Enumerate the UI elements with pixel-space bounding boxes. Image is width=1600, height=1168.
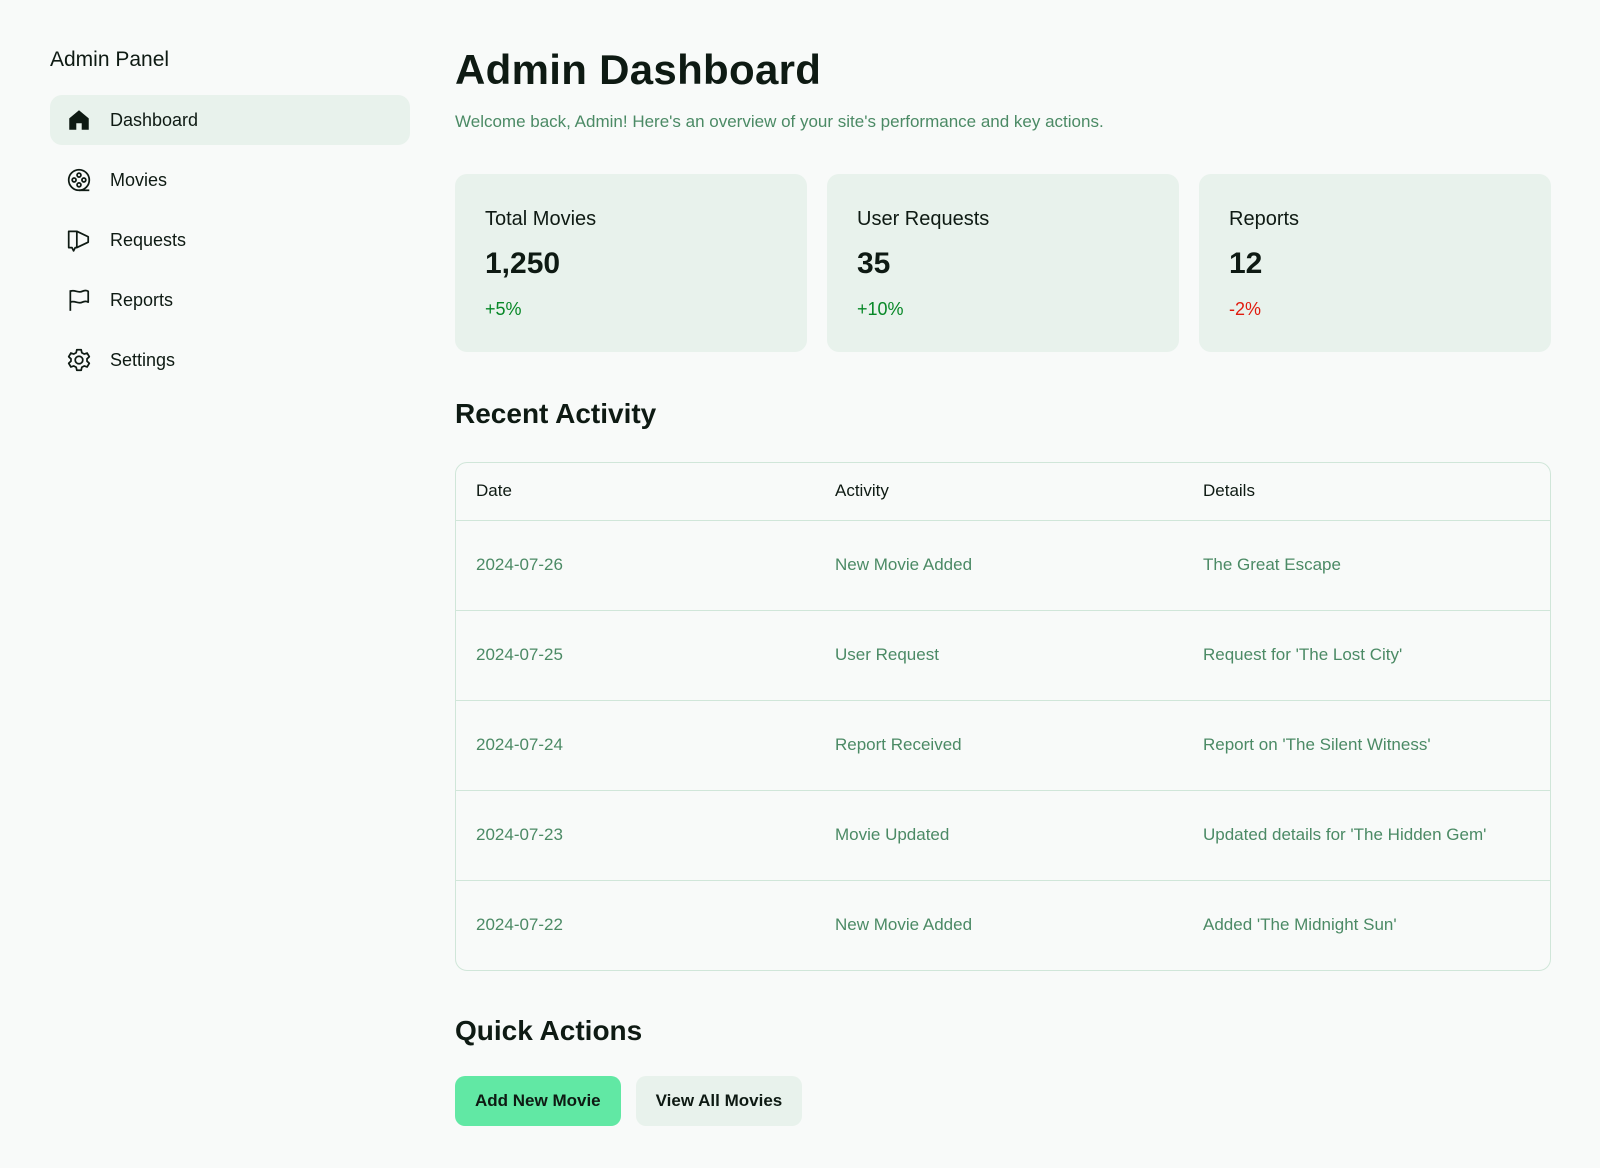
- app: Admin Panel Dashboard Movies Requests Re…: [0, 0, 1600, 1168]
- cell-activity: New Movie Added: [815, 879, 1183, 970]
- stats-row: Total Movies 1,250 +5% User Requests 35 …: [455, 174, 1551, 352]
- sidebar-item-requests[interactable]: Requests: [50, 215, 410, 265]
- stat-change: +5%: [485, 299, 522, 319]
- table-row: 2024-07-25 User Request Request for 'The…: [456, 609, 1550, 700]
- stat-card-user-requests: User Requests 35 +10%: [827, 174, 1179, 352]
- cell-date: 2024-07-23: [456, 789, 815, 880]
- cell-activity: Report Received: [815, 699, 1183, 790]
- table-row: 2024-07-26 New Movie Added The Great Esc…: [456, 519, 1550, 610]
- add-new-movie-button[interactable]: Add New Movie: [455, 1076, 621, 1126]
- sidebar-item-label: Reports: [110, 289, 174, 310]
- home-icon: [66, 107, 92, 133]
- stat-label: Total Movies: [485, 208, 597, 230]
- sidebar-item-label: Requests: [110, 229, 187, 250]
- activity-table: Date Activity Details 2024-07-26 New Mov…: [455, 462, 1551, 971]
- sidebar: Admin Panel Dashboard Movies Requests Re…: [50, 40, 410, 395]
- flag-icon: [66, 287, 92, 313]
- cell-details: Report on 'The Silent Witness': [1183, 699, 1550, 790]
- column-header-date: Date: [476, 481, 512, 501]
- table-header-row: Date Activity Details: [456, 463, 1550, 520]
- recent-activity-title: Recent Activity: [455, 398, 657, 429]
- sidebar-item-dashboard[interactable]: Dashboard: [50, 95, 410, 145]
- sidebar-item-label: Dashboard: [110, 109, 199, 130]
- stat-value: 1,250: [485, 247, 561, 280]
- column-header-activity: Activity: [835, 481, 889, 501]
- table-row: 2024-07-23 Movie Updated Updated details…: [456, 789, 1550, 880]
- main-content: Admin Dashboard Welcome back, Admin! Her…: [455, 40, 1551, 1126]
- cell-details: Request for 'The Lost City': [1183, 609, 1550, 700]
- cell-activity: New Movie Added: [815, 519, 1183, 610]
- cell-activity: Movie Updated: [815, 789, 1183, 880]
- cell-details: The Great Escape: [1183, 519, 1550, 610]
- stat-card-reports: Reports 12 -2%: [1199, 174, 1551, 352]
- cell-date: 2024-07-22: [456, 879, 815, 970]
- megaphone-icon: [66, 227, 92, 253]
- sidebar-item-label: Settings: [110, 349, 176, 370]
- view-all-movies-button[interactable]: View All Movies: [635, 1076, 803, 1126]
- stat-label: Reports: [1229, 208, 1300, 230]
- quick-actions: Add New Movie View All Movies: [455, 1076, 1551, 1126]
- cell-details: Updated details for 'The Hidden Gem': [1183, 789, 1550, 880]
- table-row: 2024-07-24 Report Received Report on 'Th…: [456, 699, 1550, 790]
- film-reel-icon: [66, 167, 92, 193]
- table-row: 2024-07-22 New Movie Added Added 'The Mi…: [456, 879, 1550, 970]
- cell-date: 2024-07-25: [456, 609, 815, 700]
- column-header-details: Details: [1203, 481, 1255, 501]
- stat-card-total-movies: Total Movies 1,250 +5%: [455, 174, 807, 352]
- stat-change: +10%: [857, 299, 904, 319]
- sidebar-item-reports[interactable]: Reports: [50, 275, 410, 325]
- quick-actions-title: Quick Actions: [455, 1015, 643, 1046]
- stat-change: -2%: [1229, 299, 1262, 319]
- page-title: Admin Dashboard: [455, 46, 822, 93]
- cell-date: 2024-07-24: [456, 699, 815, 790]
- stat-label: User Requests: [857, 208, 990, 230]
- stat-value: 12: [1229, 247, 1263, 280]
- gear-icon: [66, 347, 92, 373]
- sidebar-title: Admin Panel: [50, 48, 170, 71]
- sidebar-item-label: Movies: [110, 169, 168, 190]
- page-subtitle: Welcome back, Admin! Here's an overview …: [455, 112, 1104, 131]
- cell-activity: User Request: [815, 609, 1183, 700]
- sidebar-item-movies[interactable]: Movies: [50, 155, 410, 205]
- sidebar-item-settings[interactable]: Settings: [50, 335, 410, 385]
- cell-details: Added 'The Midnight Sun': [1183, 879, 1550, 970]
- cell-date: 2024-07-26: [456, 519, 815, 610]
- stat-value: 35: [857, 247, 891, 280]
